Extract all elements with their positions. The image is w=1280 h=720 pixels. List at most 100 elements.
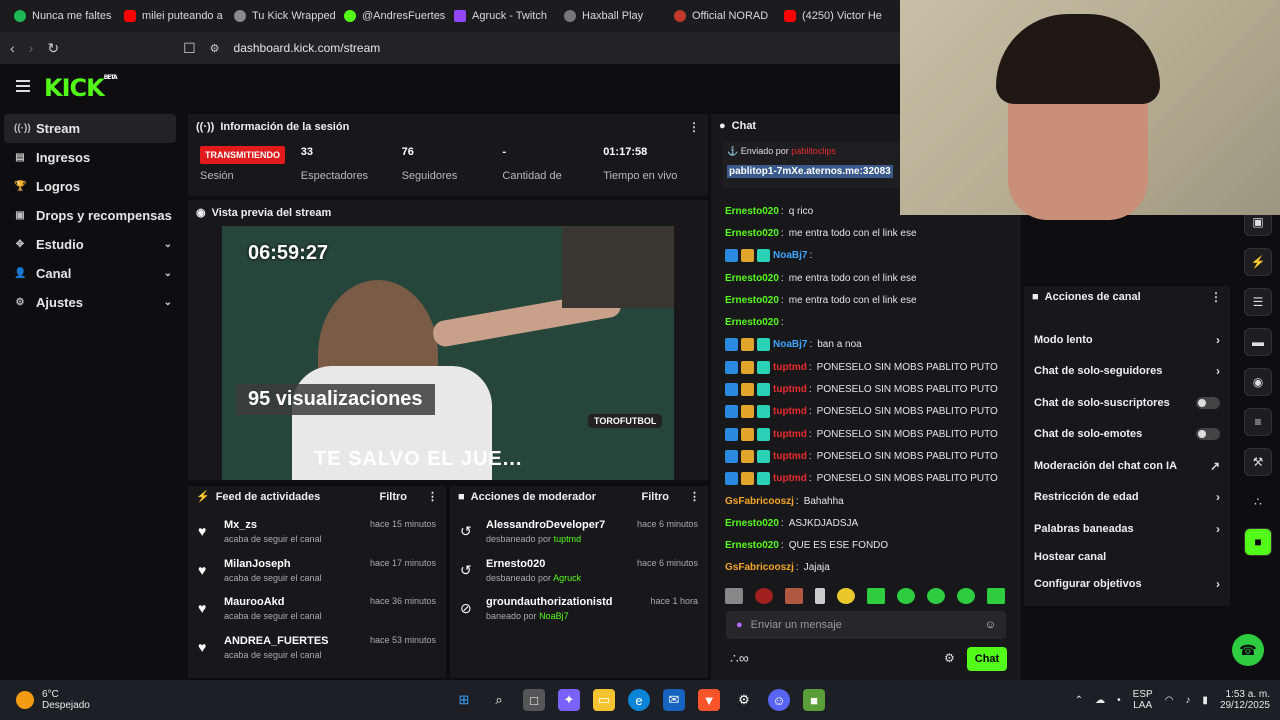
brave-icon[interactable]: ▼ <box>698 689 720 711</box>
windows-start-icon[interactable]: ⊞ <box>453 689 475 711</box>
subscriber-badge-icon[interactable] <box>757 383 770 397</box>
microphone-icon[interactable]: • <box>1117 695 1121 706</box>
vip-badge-icon[interactable] <box>741 360 754 374</box>
chat-username[interactable]: GsFabricooszj <box>725 496 794 507</box>
emoji-icon[interactable]: ☺ <box>985 619 996 631</box>
vip-badge-icon[interactable] <box>741 249 754 263</box>
browser-tab[interactable]: @AndresFuertes <box>338 3 448 29</box>
stream-video[interactable]: 06:59:27 95 visualizaciones TOROFUTBOL T… <box>222 226 674 480</box>
subscriber-badge-icon[interactable] <box>757 427 770 441</box>
nodes-icon[interactable]: ∴ <box>1244 488 1272 516</box>
emote-icon[interactable] <box>897 588 915 604</box>
subscriber-badge-icon[interactable] <box>757 449 770 463</box>
battery-icon[interactable]: ▮ <box>1202 695 1208 706</box>
emote-icon[interactable] <box>725 588 743 604</box>
task-view-icon[interactable]: □ <box>523 689 545 711</box>
chat-username[interactable]: tuptmd <box>773 473 807 484</box>
more-options-icon[interactable]: ⋮ <box>1210 290 1222 304</box>
chat-username[interactable]: tuptmd <box>773 362 807 373</box>
browser-tab[interactable]: Nunca me faltes <box>8 3 118 29</box>
chat-username[interactable]: NoaBj7 <box>773 339 807 350</box>
moderator-badge-icon[interactable] <box>725 383 738 397</box>
wrench-icon[interactable]: ⚒ <box>1244 448 1272 476</box>
vip-badge-icon[interactable] <box>741 338 754 352</box>
settings-icon[interactable]: ⚙ <box>733 689 755 711</box>
kick-logo[interactable]: KICKBETA <box>44 74 118 102</box>
emote-icon[interactable] <box>785 588 803 604</box>
chat-username[interactable]: Ernesto020 <box>725 518 779 529</box>
support-icon[interactable]: ☎ <box>1232 634 1264 666</box>
list-icon[interactable]: ≡ <box>1244 408 1272 436</box>
back-icon[interactable]: ‹ <box>10 40 15 56</box>
send-chat-button[interactable]: Chat <box>967 647 1007 671</box>
chat-username[interactable]: tuptmd <box>773 384 807 395</box>
sidebar-item-ingresos[interactable]: ▤ Ingresos <box>0 143 186 172</box>
bookmark-icon[interactable]: ☐ <box>183 40 196 57</box>
sidebar-item-drops[interactable]: ▣ Drops y recompensas <box>0 201 186 230</box>
clock[interactable]: 1:53 a. m. 29/12/2025 <box>1220 689 1270 711</box>
chat-username[interactable]: GsFabricooszj <box>725 562 794 573</box>
chat-username[interactable]: Ernesto020 <box>725 206 779 217</box>
moderator-badge-icon[interactable] <box>725 427 738 441</box>
cloud-icon[interactable]: ☁ <box>1095 695 1105 706</box>
chat-username[interactable]: tuptmd <box>773 406 807 417</box>
language-indicator[interactable]: ESP LAA <box>1133 689 1153 711</box>
sidebar-item-canal[interactable]: 👤 Canal ⌄ <box>0 259 186 288</box>
extensions-icon[interactable]: ∴∞ <box>730 650 749 667</box>
sidebar-item-logros[interactable]: 🏆 Logros <box>0 172 186 201</box>
emotes-only-toggle[interactable] <box>1196 428 1220 441</box>
subscribers-only-toggle[interactable] <box>1196 396 1220 409</box>
moderator-badge-icon[interactable] <box>725 449 738 463</box>
emote-icon[interactable] <box>755 588 773 604</box>
wifi-icon[interactable]: ◠ <box>1165 695 1174 706</box>
emote-icon[interactable] <box>837 588 855 604</box>
reload-icon[interactable]: ↻ <box>47 40 59 57</box>
file-explorer-icon[interactable]: ▭ <box>593 689 615 711</box>
moderator-badge-icon[interactable] <box>725 472 738 486</box>
moderator-badge-icon[interactable] <box>725 249 738 263</box>
more-options-icon[interactable]: ⋮ <box>427 490 438 503</box>
host-channel-item[interactable]: Hostear canal <box>1024 545 1230 569</box>
moderator-badge-icon[interactable] <box>725 360 738 374</box>
microphone-icon[interactable]: ● <box>736 619 743 631</box>
more-options-icon[interactable]: ⋮ <box>689 490 700 503</box>
browser-tab[interactable]: (4250) Victor He <box>778 3 888 29</box>
feed-filter-button[interactable]: Filtro <box>380 491 408 503</box>
weather-widget[interactable]: 6°C Despejado <box>0 689 180 711</box>
site-info-icon[interactable]: ⚙ <box>210 42 220 55</box>
vip-badge-icon[interactable] <box>741 472 754 486</box>
edge-icon[interactable]: e <box>628 689 650 711</box>
search-icon[interactable]: ⌕ <box>488 689 510 711</box>
browser-tab[interactable]: Tu Kick Wrapped <box>228 3 338 29</box>
chat-username[interactable]: Ernesto020 <box>725 317 779 328</box>
chat-username[interactable]: tuptmd <box>773 429 807 440</box>
ai-moderation-item[interactable]: Moderación del chat con IA ↗ <box>1024 450 1230 482</box>
chat-message-input[interactable]: ● Enviar un mensaje ☺ <box>726 611 1006 639</box>
chat-username[interactable]: tuptmd <box>773 451 807 462</box>
vip-badge-icon[interactable] <box>741 383 754 397</box>
subscriber-badge-icon[interactable] <box>757 249 770 263</box>
subscriber-badge-icon[interactable] <box>757 360 770 374</box>
subscriber-badge-icon[interactable] <box>757 405 770 419</box>
subscriber-badge-icon[interactable] <box>757 338 770 352</box>
outlook-icon[interactable]: ✉ <box>663 689 685 711</box>
moderator-badge-icon[interactable] <box>725 338 738 352</box>
sidebar-item-estudio[interactable]: ✥ Estudio ⌄ <box>0 230 186 259</box>
chat-icon[interactable]: ▬ <box>1244 328 1272 356</box>
slow-mode-item[interactable]: Modo lento › <box>1024 324 1230 356</box>
emote-icon[interactable] <box>987 588 1005 604</box>
chevron-up-icon[interactable]: ⌃ <box>1075 695 1083 706</box>
browser-tab[interactable]: Agruck - Twitch <box>448 3 558 29</box>
gear-icon[interactable]: ⚙ <box>944 651 955 665</box>
url-input[interactable]: dashboard.kick.com/stream <box>234 41 381 55</box>
app-icon[interactable]: ■ <box>1244 528 1272 556</box>
emote-icon[interactable] <box>927 588 945 604</box>
browser-tab[interactable]: Haxball Play <box>558 3 668 29</box>
broadcast-icon[interactable]: ◉ <box>1244 368 1272 396</box>
bolt-icon[interactable]: ⚡ <box>1244 248 1272 276</box>
discord-icon[interactable]: ☺ <box>768 689 790 711</box>
emote-icon[interactable] <box>957 588 975 604</box>
emote-icon[interactable] <box>867 588 885 604</box>
browser-tab[interactable]: milei puteando a <box>118 3 228 29</box>
set-goals-item[interactable]: Configurar objetivos › <box>1024 569 1230 601</box>
